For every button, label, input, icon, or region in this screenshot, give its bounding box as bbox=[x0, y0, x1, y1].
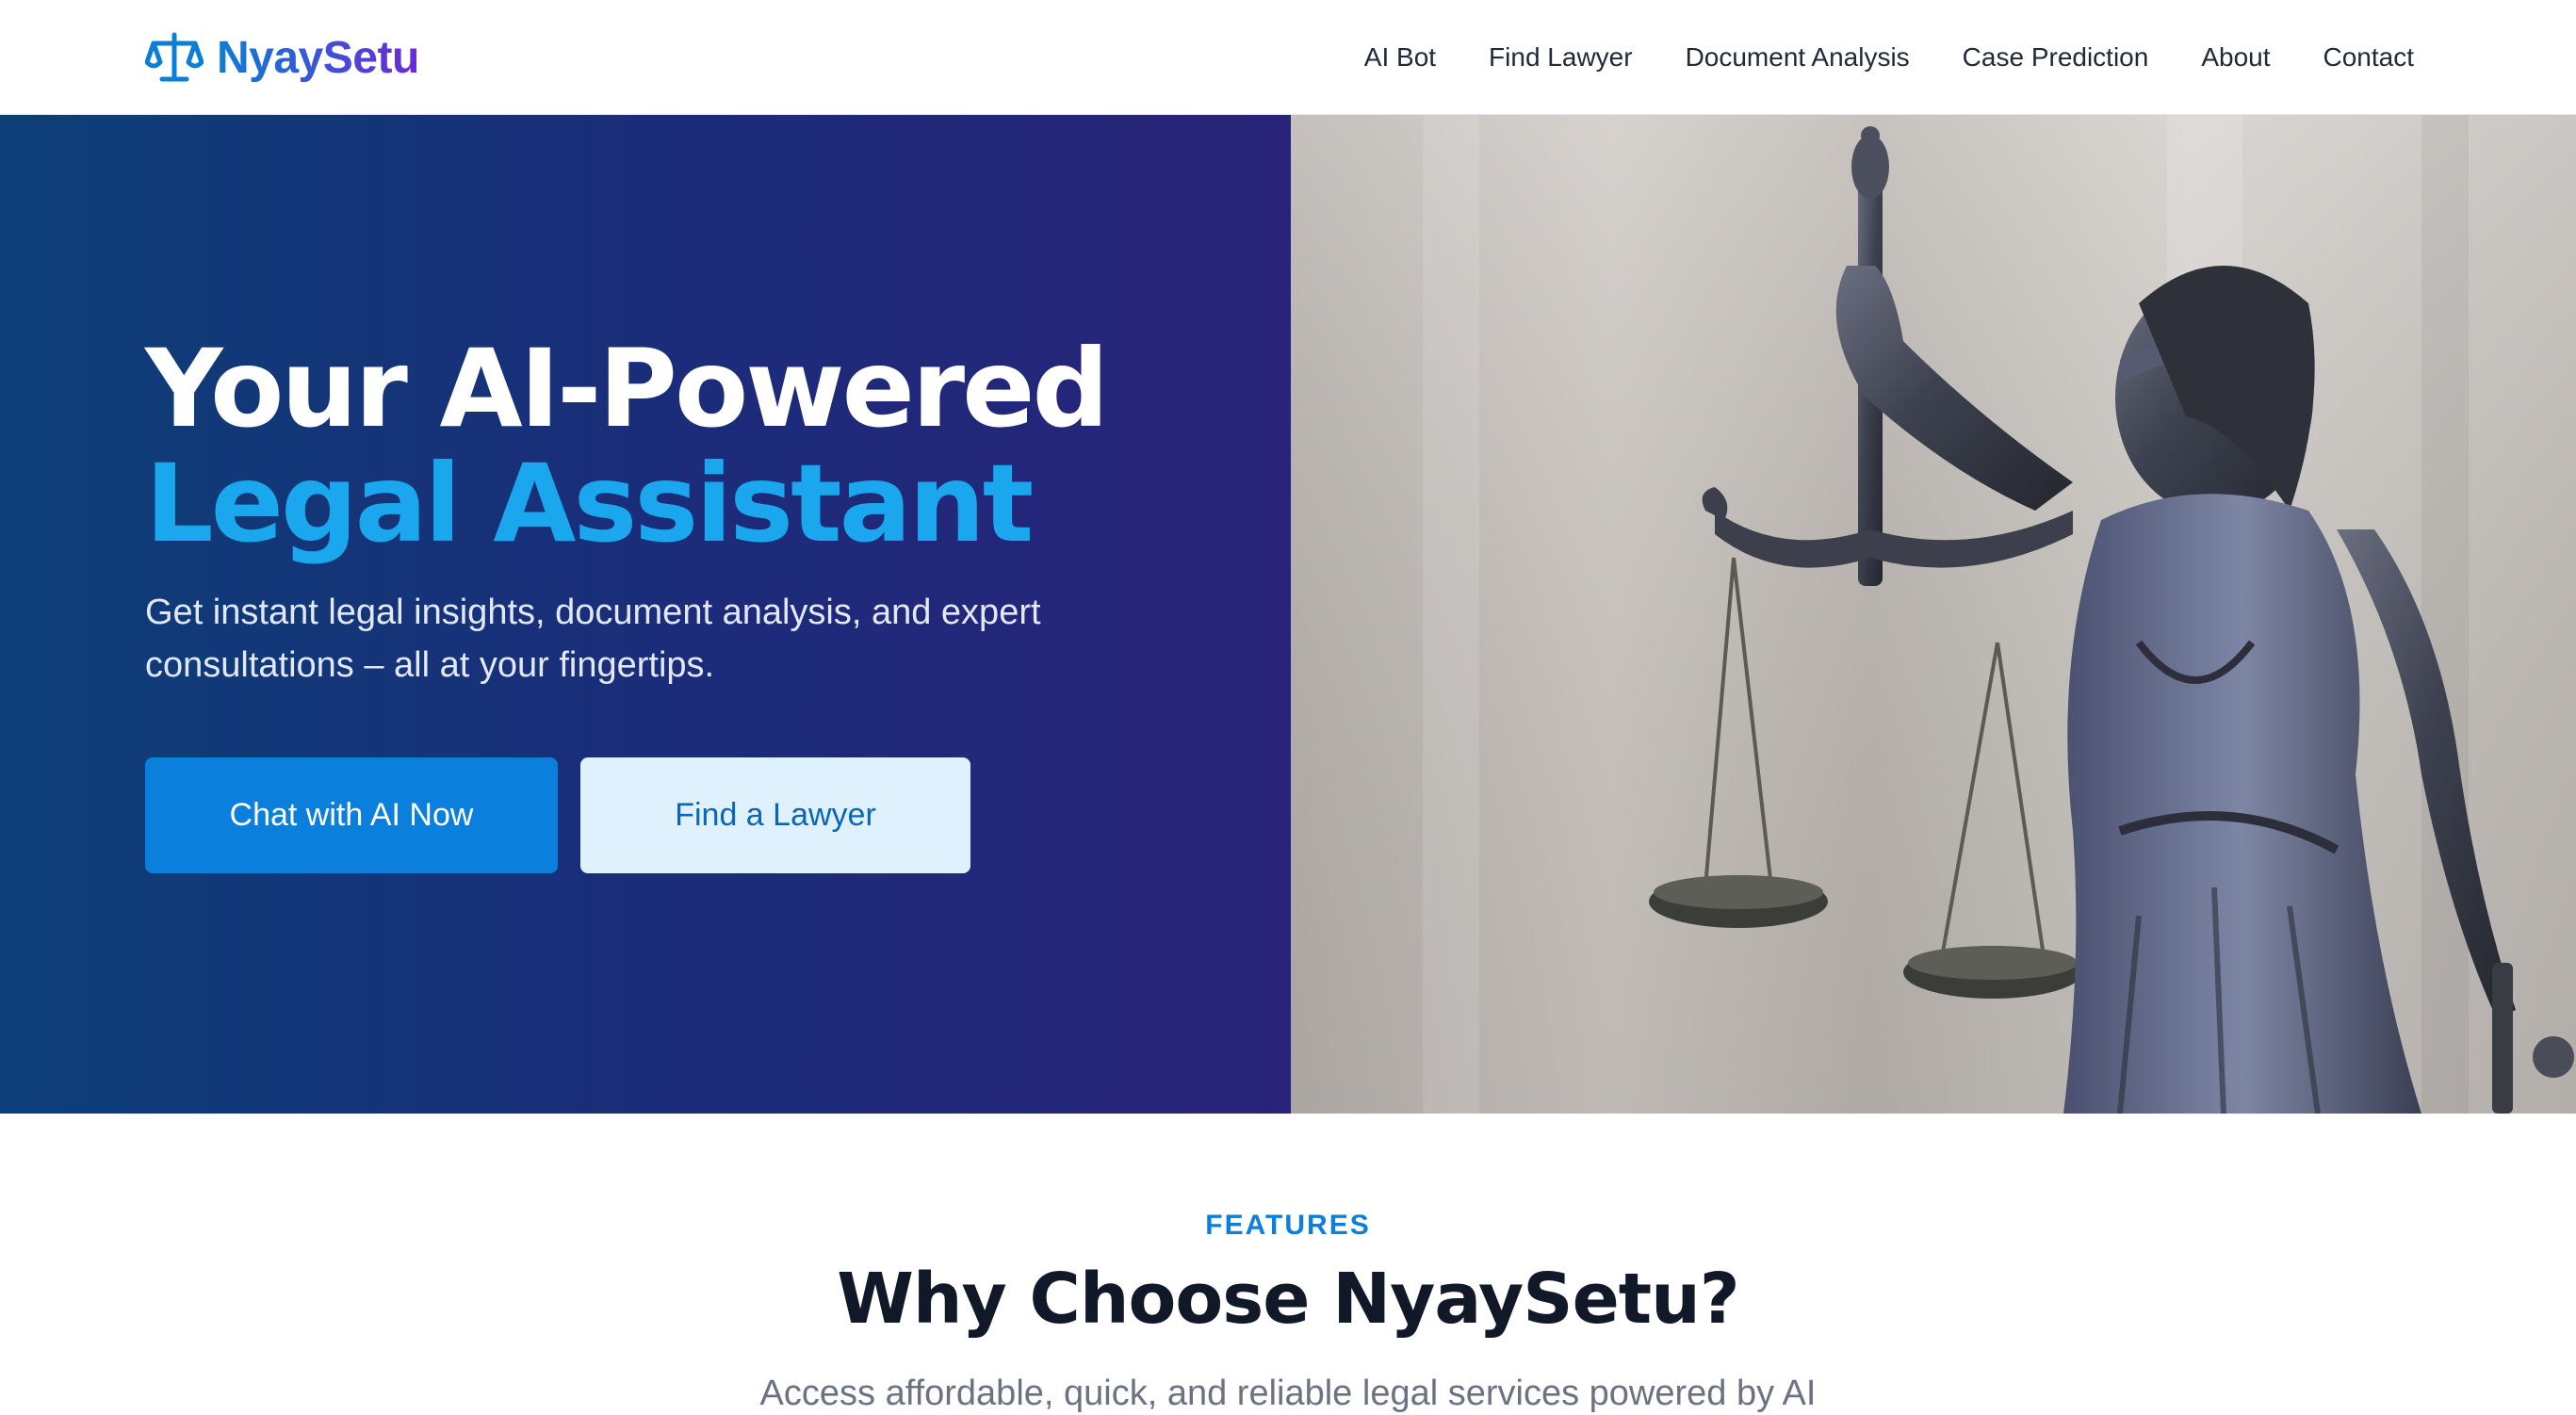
find-lawyer-button[interactable]: Find a Lawyer bbox=[580, 757, 970, 873]
hero-section: Your AI-Powered Legal Assistant Get inst… bbox=[0, 115, 1291, 1114]
main-nav: AI Bot Find Lawyer Document Analysis Cas… bbox=[1364, 0, 2414, 115]
hero-title: Your AI-Powered Legal Assistant bbox=[145, 332, 1257, 561]
site-header: NyaySetu AI Bot Find Lawyer Document Ana… bbox=[0, 0, 2576, 115]
hero-buttons: Chat with AI Now Find a Lawyer bbox=[145, 757, 970, 873]
hero-image bbox=[1291, 115, 2576, 1114]
nav-find-lawyer[interactable]: Find Lawyer bbox=[1489, 42, 1633, 73]
nav-contact[interactable]: Contact bbox=[2323, 42, 2415, 73]
hero-title-line2: Legal Assistant bbox=[145, 441, 1034, 566]
features-subtitle: Access affordable, quick, and reliable l… bbox=[759, 1374, 1817, 1413]
hero-subtitle: Get instant legal insights, document ana… bbox=[145, 593, 1041, 685]
brand-name: NyaySetu bbox=[217, 32, 419, 83]
nav-case-prediction[interactable]: Case Prediction bbox=[1963, 42, 2149, 73]
chat-with-ai-button[interactable]: Chat with AI Now bbox=[145, 757, 558, 873]
lady-justice-statue-icon bbox=[1291, 115, 2576, 1114]
nav-ai-bot[interactable]: AI Bot bbox=[1364, 42, 1436, 73]
nav-document-analysis[interactable]: Document Analysis bbox=[1686, 42, 1910, 73]
features-label: FEATURES bbox=[1205, 1210, 1371, 1241]
features-title: Why Choose NyaySetu? bbox=[837, 1259, 1740, 1340]
nav-about[interactable]: About bbox=[2201, 42, 2270, 73]
hero-title-line1: Your AI-Powered bbox=[145, 326, 1109, 451]
scales-icon bbox=[145, 32, 204, 82]
brand-logo[interactable]: NyaySetu bbox=[145, 26, 419, 89]
